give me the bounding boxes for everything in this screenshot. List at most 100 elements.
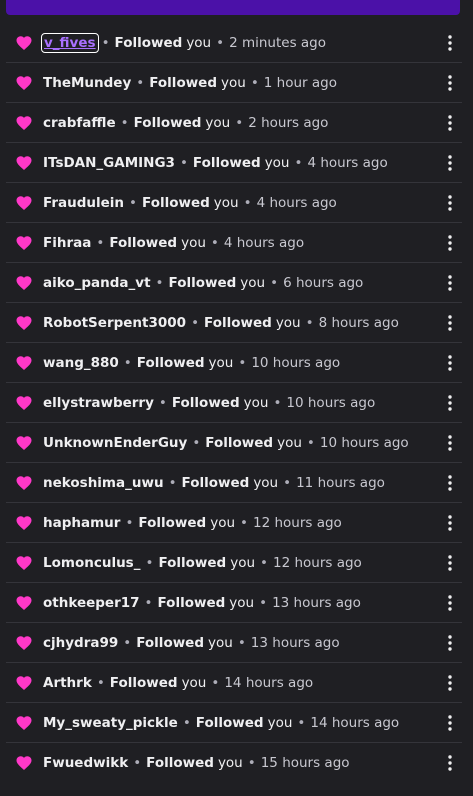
activity-text: crabfaffle • Followed you • 2 hours ago xyxy=(43,103,328,143)
heart-icon xyxy=(16,436,32,451)
separator-dot: • xyxy=(168,475,177,491)
action-label: Followed xyxy=(142,195,210,211)
action-label: Followed xyxy=(109,675,178,691)
username-link[interactable]: Arthrk xyxy=(43,675,92,691)
username-link[interactable]: ellystrawberry xyxy=(43,395,154,411)
action-object: you xyxy=(221,75,246,91)
activity-text: v_fives • Followed you • 2 minutes ago xyxy=(41,23,326,63)
timestamp: 2 hours ago xyxy=(248,115,329,131)
action-object: you xyxy=(208,635,233,651)
action-object: you xyxy=(230,555,256,571)
heart-icon xyxy=(16,556,32,571)
more-vertical-icon[interactable] xyxy=(440,113,460,133)
activity-row: My_sweaty_pickle • Followed you • 14 hours ag… xyxy=(6,703,462,743)
more-vertical-icon[interactable] xyxy=(440,73,460,93)
more-vertical-icon[interactable] xyxy=(440,633,460,653)
username-link[interactable]: cjhydra99 xyxy=(43,635,118,651)
activity-row: haphamur • Followed you • 12 hours ago xyxy=(6,503,462,543)
more-vertical-icon[interactable] xyxy=(440,153,460,173)
separator-dot: • xyxy=(145,555,154,571)
separator-dot: • xyxy=(260,555,268,571)
activity-row: ellystrawberry • Followed you • 10 hours ago xyxy=(6,383,462,423)
username-link[interactable]: Fihraa xyxy=(43,235,91,251)
username-link[interactable]: haphamur xyxy=(43,515,120,531)
more-vertical-icon[interactable] xyxy=(440,513,460,533)
separator-dot: • xyxy=(243,195,252,211)
username-link[interactable]: wang_880 xyxy=(43,355,119,371)
timestamp: 14 hours ago xyxy=(224,675,314,691)
heart-icon xyxy=(16,236,32,251)
more-vertical-icon[interactable] xyxy=(440,393,460,413)
action-label: Followed xyxy=(157,595,226,611)
header-bar xyxy=(6,0,460,15)
username-link[interactable]: RobotSerpent3000 xyxy=(43,315,186,331)
activity-text: Fwuedwikk • Followed you • 15 hours ago xyxy=(43,743,350,783)
more-vertical-icon[interactable] xyxy=(440,273,460,293)
activity-text: aiko_panda_vt • Followed you • 6 hours ago xyxy=(43,263,363,303)
activity-text: Fraudulein • Followed you • 4 hours ago xyxy=(43,183,337,223)
activity-row: Fraudulein • Followed you • 4 hours ago xyxy=(6,183,462,223)
separator-dot: • xyxy=(182,715,191,731)
more-vertical-icon[interactable] xyxy=(440,353,460,373)
timestamp: 4 hours ago xyxy=(256,195,337,211)
separator-dot: • xyxy=(294,155,303,171)
heart-icon xyxy=(16,276,32,291)
activity-row: aiko_panda_vt • Followed you • 6 hours ago xyxy=(6,263,462,303)
more-vertical-icon[interactable] xyxy=(440,433,460,453)
activity-text: My_sweaty_pickle • Followed you • 14 hours ag… xyxy=(43,703,399,743)
timestamp: 12 hours ago xyxy=(273,555,362,571)
more-vertical-icon[interactable] xyxy=(440,673,460,693)
action-object: you xyxy=(217,755,243,771)
heart-icon xyxy=(16,716,32,731)
separator-dot: • xyxy=(238,355,247,371)
action-label: Followed xyxy=(133,115,202,131)
separator-dot: • xyxy=(136,75,145,91)
action-label: Followed xyxy=(195,715,264,731)
more-vertical-icon[interactable] xyxy=(440,593,460,613)
separator-dot: • xyxy=(120,115,129,131)
activity-row: crabfaffle • Followed you • 2 hours ago xyxy=(6,103,462,143)
username-link[interactable]: nekoshima_uwu xyxy=(43,475,164,491)
separator-dot: • xyxy=(101,35,110,51)
more-vertical-icon[interactable] xyxy=(440,33,460,53)
more-vertical-icon[interactable] xyxy=(440,233,460,253)
separator-dot: • xyxy=(273,395,282,411)
timestamp: 8 hours ago xyxy=(318,315,399,331)
action-object: you xyxy=(275,315,301,331)
activity-row: othkeeper17 • Followed you • 13 hours ago xyxy=(6,583,462,623)
timestamp: 13 hours ago xyxy=(272,595,361,611)
heart-icon xyxy=(16,316,32,331)
activity-text: RobotSerpent3000 • Followed you • 8 hours ago xyxy=(43,303,399,343)
action-label: Followed xyxy=(136,635,205,651)
activity-row: wang_880 • Followed you • 10 hours ago xyxy=(6,343,462,383)
timestamp: 10 hours ago xyxy=(251,355,341,371)
activity-text: Lomonculus_ • Followed you • 12 hours ago xyxy=(43,543,362,583)
more-vertical-icon[interactable] xyxy=(440,473,460,493)
activity-row: Fihraa • Followed you • 4 hours ago xyxy=(6,223,462,263)
more-vertical-icon[interactable] xyxy=(440,753,460,773)
username-link[interactable]: v_fives xyxy=(41,33,99,53)
username-link[interactable]: crabfaffle xyxy=(43,115,116,131)
username-link[interactable]: UnknownEnderGuy xyxy=(43,435,187,451)
action-label: Followed xyxy=(109,235,178,251)
timestamp: 6 hours ago xyxy=(283,275,364,291)
username-link[interactable]: ITsDAN_GAMING3 xyxy=(43,155,175,171)
action-object: you xyxy=(186,35,212,51)
more-vertical-icon[interactable] xyxy=(440,553,460,573)
username-link[interactable]: Fraudulein xyxy=(43,195,124,211)
separator-dot: • xyxy=(270,275,279,291)
username-link[interactable]: My_sweaty_pickle xyxy=(43,715,178,731)
activity-text: wang_880 • Followed you • 10 hours ago xyxy=(43,343,340,383)
heart-icon xyxy=(16,596,32,611)
username-link[interactable]: othkeeper17 xyxy=(43,595,140,611)
username-link[interactable]: Lomonculus_ xyxy=(43,555,140,571)
activity-row: TheMundey • Followed you • 1 hour ago xyxy=(6,63,462,103)
more-vertical-icon[interactable] xyxy=(440,193,460,213)
timestamp: 10 hours ago xyxy=(286,395,376,411)
username-link[interactable]: aiko_panda_vt xyxy=(43,275,151,291)
more-vertical-icon[interactable] xyxy=(440,313,460,333)
username-link[interactable]: Fwuedwikk xyxy=(43,755,128,771)
activity-text: TheMundey • Followed you • 1 hour ago xyxy=(43,63,337,103)
more-vertical-icon[interactable] xyxy=(440,713,460,733)
username-link[interactable]: TheMundey xyxy=(43,75,131,91)
